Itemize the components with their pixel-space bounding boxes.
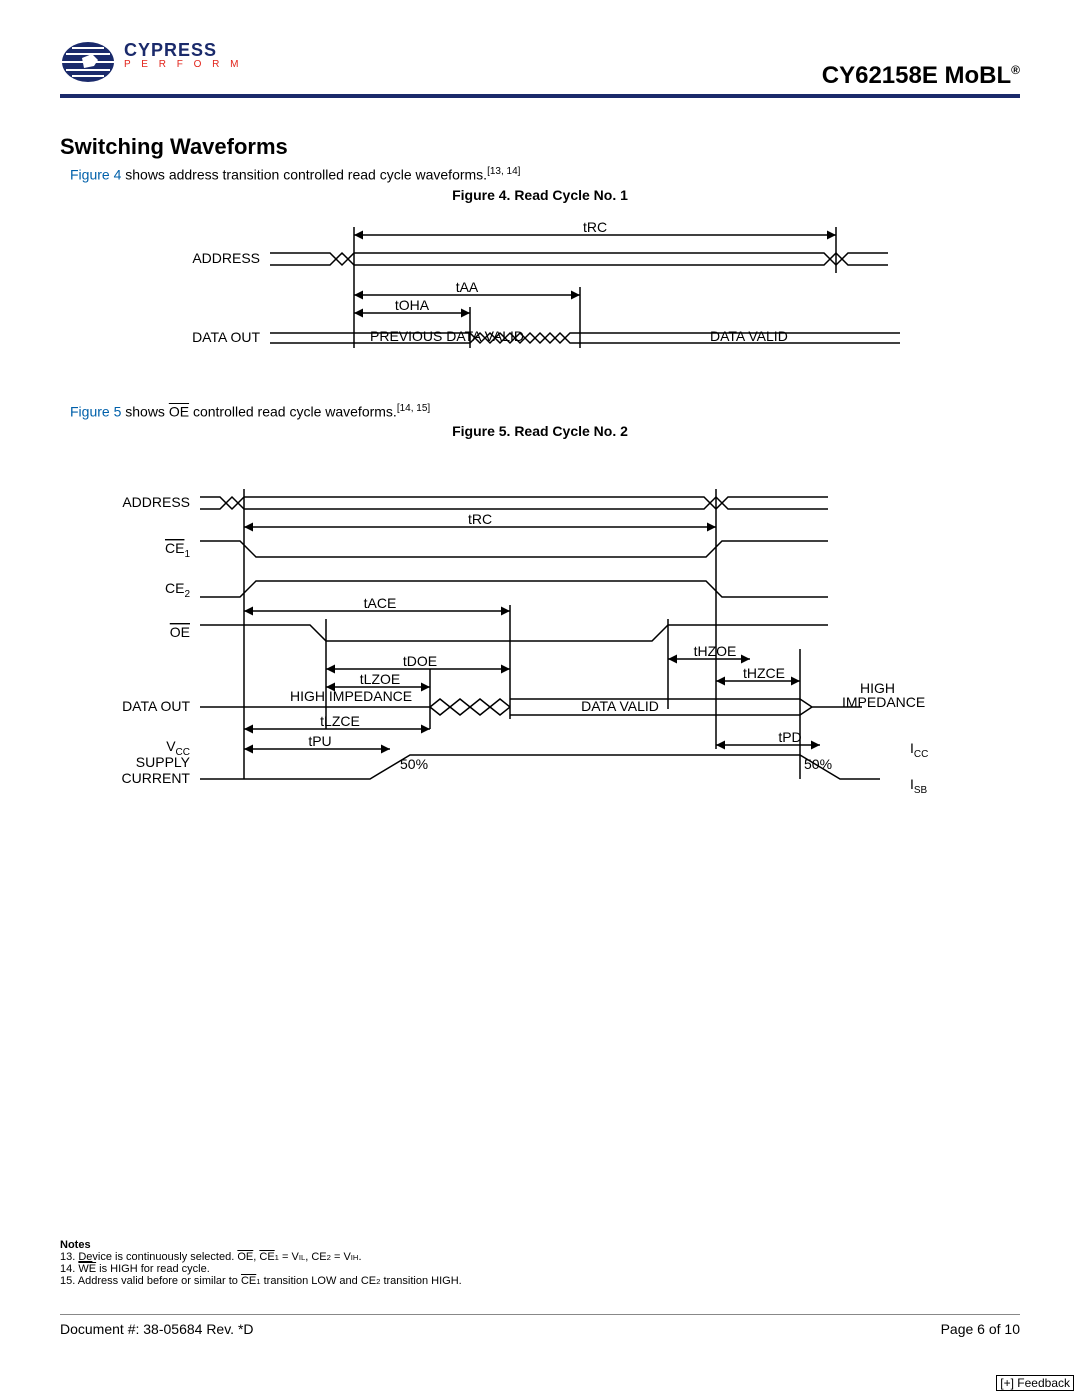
svg-text:CE1: CE1 bbox=[165, 540, 190, 560]
doc-number: Document #: 38-05684 Rev. *D bbox=[60, 1321, 254, 1337]
footnotes: Notes 13. Device is continuously selecte… bbox=[60, 1239, 462, 1287]
figure4-caption: Figure 4. Read Cycle No. 1 bbox=[60, 187, 1020, 203]
svg-text:IMPEDANCE: IMPEDANCE bbox=[842, 694, 925, 710]
svg-text:DATA VALID: DATA VALID bbox=[581, 698, 659, 714]
svg-text:50%: 50% bbox=[804, 756, 832, 772]
svg-text:ADDRESS: ADDRESS bbox=[122, 494, 190, 510]
page-header: CYPRESS P E R F O R M CY62158E MoBL® bbox=[60, 40, 1020, 98]
svg-text:DATA VALID: DATA VALID bbox=[710, 328, 788, 344]
company-logo: CYPRESS P E R F O R M bbox=[60, 40, 243, 90]
figure5-link[interactable]: Figure 5 bbox=[70, 403, 121, 419]
svg-text:tPU: tPU bbox=[308, 733, 331, 749]
svg-text:tHZCE: tHZCE bbox=[743, 665, 785, 681]
svg-text:SUPPLY: SUPPLY bbox=[136, 754, 191, 770]
svg-text:tDOE: tDOE bbox=[403, 653, 437, 669]
svg-text:tRC: tRC bbox=[468, 511, 492, 527]
svg-text:tPD: tPD bbox=[778, 729, 801, 745]
page-number: Page 6 of 10 bbox=[941, 1321, 1020, 1337]
svg-text:PREVIOUS DATA VALID: PREVIOUS DATA VALID bbox=[370, 328, 524, 344]
svg-text:tACE: tACE bbox=[364, 595, 397, 611]
svg-text:CE2: CE2 bbox=[165, 580, 190, 600]
svg-text:OE: OE bbox=[170, 624, 190, 640]
cypress-globe-icon bbox=[60, 40, 120, 90]
svg-text:tLZOE: tLZOE bbox=[360, 671, 400, 687]
figure4-link[interactable]: Figure 4 bbox=[70, 167, 121, 183]
logo-tagline: P E R F O R M bbox=[124, 59, 243, 70]
svg-text:DATA OUT: DATA OUT bbox=[192, 329, 260, 345]
figure5-caption: Figure 5. Read Cycle No. 2 bbox=[60, 423, 1020, 439]
svg-text:ADDRESS: ADDRESS bbox=[192, 250, 260, 266]
svg-text:tOHA: tOHA bbox=[395, 297, 430, 313]
part-number: CY62158E MoBL® bbox=[822, 62, 1020, 90]
svg-text:ICC: ICC bbox=[910, 740, 928, 760]
figure5-diagram: ADDRESS CE1 CE2 OE DATA OUT VCC SUPPLY C… bbox=[90, 449, 990, 829]
svg-text:tAA: tAA bbox=[456, 279, 479, 295]
page-footer: Document #: 38-05684 Rev. *D Page 6 of 1… bbox=[60, 1314, 1020, 1337]
svg-text:HIGH IMPEDANCE: HIGH IMPEDANCE bbox=[290, 688, 412, 704]
figure4-intro: Figure 4 shows address transition contro… bbox=[70, 166, 1020, 183]
logo-name: CYPRESS bbox=[124, 40, 243, 61]
note-13: 13. Device is continuously selected. OE,… bbox=[60, 1251, 462, 1263]
feedback-button[interactable]: [+] Feedback bbox=[996, 1375, 1074, 1391]
note-15: 15. Address valid before or similar to C… bbox=[60, 1275, 462, 1287]
section-heading: Switching Waveforms bbox=[60, 134, 1020, 160]
note-14: 14. WE is HIGH for read cycle. bbox=[60, 1263, 462, 1275]
figure5-intro: Figure 5 shows OE controlled read cycle … bbox=[70, 403, 1020, 420]
svg-text:tRC: tRC bbox=[583, 219, 607, 235]
svg-text:CURRENT: CURRENT bbox=[122, 770, 191, 786]
svg-text:ISB: ISB bbox=[910, 776, 928, 796]
notes-heading: Notes bbox=[60, 1239, 462, 1251]
svg-text:DATA OUT: DATA OUT bbox=[122, 698, 190, 714]
svg-text:tLZCE: tLZCE bbox=[320, 713, 360, 729]
svg-text:50%: 50% bbox=[400, 756, 428, 772]
figure4-diagram: ADDRESS DATA OUT tRC tAA tOHA PREVIOUS D… bbox=[150, 213, 930, 363]
svg-text:tHZOE: tHZOE bbox=[694, 643, 737, 659]
